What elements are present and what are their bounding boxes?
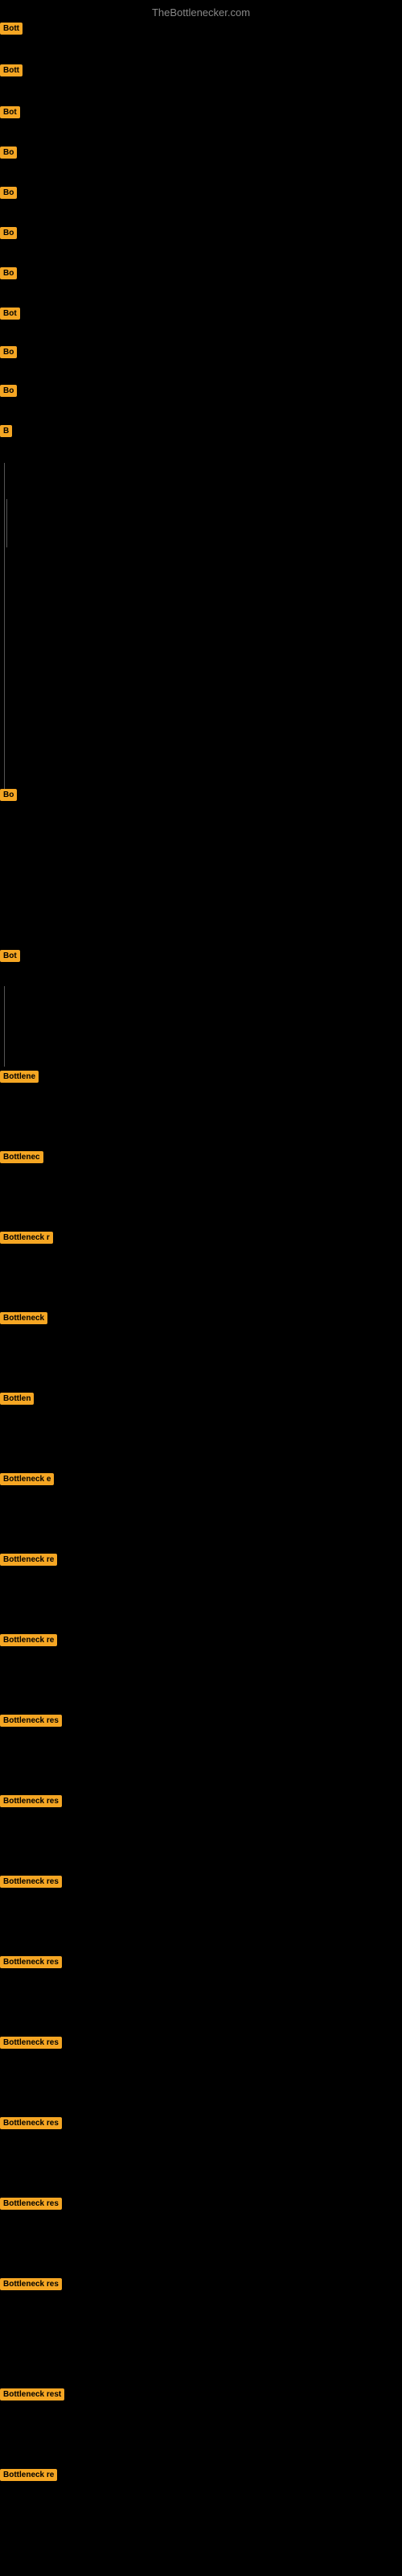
badge-b20: Bottlenec	[0, 1151, 43, 1163]
badge-b36: Bottleneck re	[0, 2469, 57, 2481]
badge-b2: Bott	[0, 64, 23, 76]
badge-b23: Bottlen	[0, 1393, 34, 1405]
badge-b9: Bo	[0, 346, 17, 358]
badge-b24: Bottleneck e	[0, 1473, 54, 1485]
badge-b6: Bo	[0, 227, 17, 239]
badge-b7: Bo	[0, 267, 17, 279]
line-l1	[4, 463, 5, 543]
badge-b1: Bott	[0, 23, 23, 35]
badge-b25: Bottleneck re	[0, 1554, 57, 1566]
badge-b30: Bottleneck res	[0, 1956, 62, 1968]
badge-b10: Bo	[0, 385, 17, 397]
badge-b8: Bot	[0, 308, 20, 320]
badge-b27: Bottleneck res	[0, 1715, 62, 1727]
badge-b34: Bottleneck res	[0, 2278, 62, 2290]
badge-b28: Bottleneck res	[0, 1795, 62, 1807]
badge-b5: Bo	[0, 187, 17, 199]
badge-b17: Bot	[0, 950, 20, 962]
badge-b15: Bo	[0, 789, 17, 801]
badge-b26: Bottleneck re	[0, 1634, 57, 1646]
badge-b19: Bottlene	[0, 1071, 39, 1083]
site-title: TheBottlenecker.com	[152, 6, 250, 19]
badge-b22: Bottleneck	[0, 1312, 47, 1324]
badge-b21: Bottleneck r	[0, 1232, 53, 1244]
badge-b32: Bottleneck res	[0, 2117, 62, 2129]
badge-b29: Bottleneck res	[0, 1876, 62, 1888]
badge-b35: Bottleneck rest	[0, 2388, 64, 2401]
badge-b33: Bottleneck res	[0, 2198, 62, 2210]
line-l2	[6, 499, 7, 547]
badge-b31: Bottleneck res	[0, 2037, 62, 2049]
line-l4	[4, 986, 5, 1067]
badge-b4: Bo	[0, 147, 17, 159]
badge-b11: B	[0, 425, 12, 437]
line-l3	[4, 539, 5, 789]
badge-b3: Bot	[0, 106, 20, 118]
